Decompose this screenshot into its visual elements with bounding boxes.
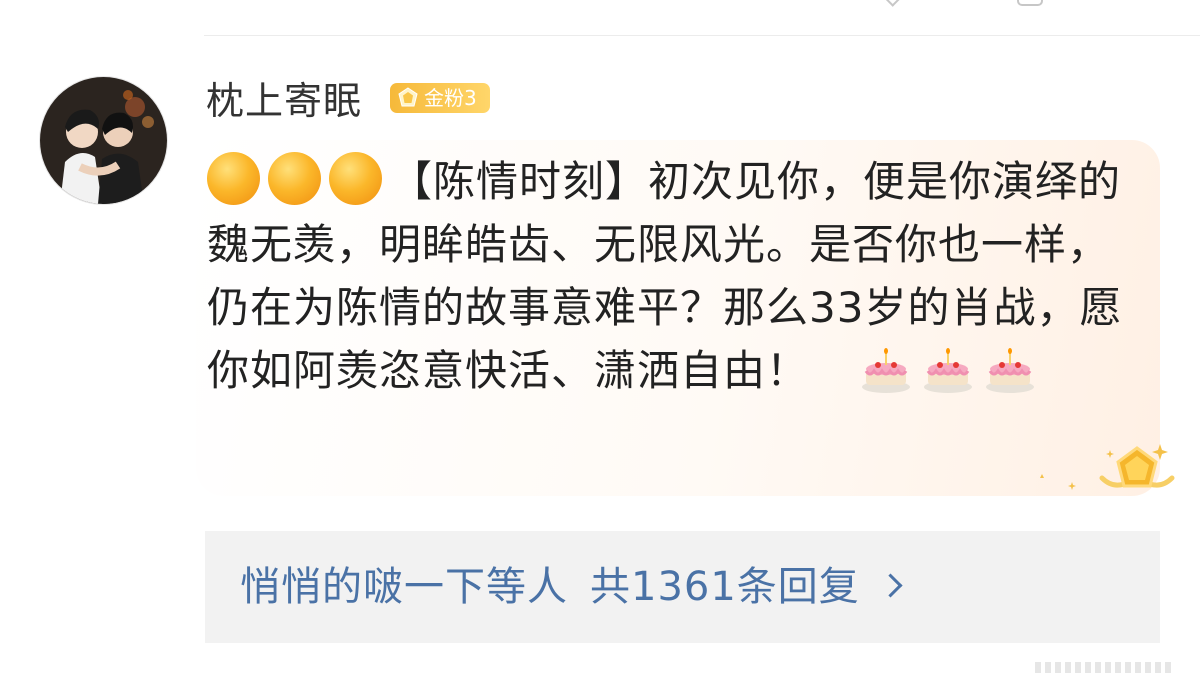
avatar[interactable] <box>39 76 168 205</box>
gem-icon <box>398 87 418 107</box>
comment-screen: 枕上寄眠 金粉3 【陈情时刻】初次见你，便是你演绎的魏无羡，明眸皓齿、无限风光。… <box>0 0 1200 679</box>
fan-badge-label: 金粉3 <box>424 86 477 110</box>
orange-circle-emoji-icon <box>268 152 321 205</box>
fan-level-badge[interactable]: 金粉3 <box>390 83 490 113</box>
view-replies-link[interactable]: 悄悄的啵一下等人 共1361条回复 <box>240 561 903 613</box>
menu-icon[interactable] <box>1017 0 1043 6</box>
orange-circle-emoji-icon <box>207 152 260 205</box>
watermark-icon <box>1035 662 1171 673</box>
chevron-icon[interactable] <box>884 0 900 7</box>
birthday-cake-icon <box>924 348 973 393</box>
birthday-cake-icon <box>862 348 911 393</box>
reply-count: 共1361条回复 <box>590 564 860 610</box>
username[interactable]: 枕上寄眠 <box>206 78 362 124</box>
comment-body[interactable]: 【陈情时刻】初次见你，便是你演绎的魏无羡，明眸皓齿、无限风光。是否你也一样，仍在… <box>207 150 1127 402</box>
gold-fan-bubble-decoration-icon <box>1040 444 1175 490</box>
birthday-cake-icon <box>986 348 1035 393</box>
orange-circle-emoji-icon <box>329 152 382 205</box>
divider <box>204 35 1200 36</box>
chevron-right-icon <box>878 573 903 598</box>
reply-summary: 悄悄的啵一下等人 <box>240 564 568 610</box>
